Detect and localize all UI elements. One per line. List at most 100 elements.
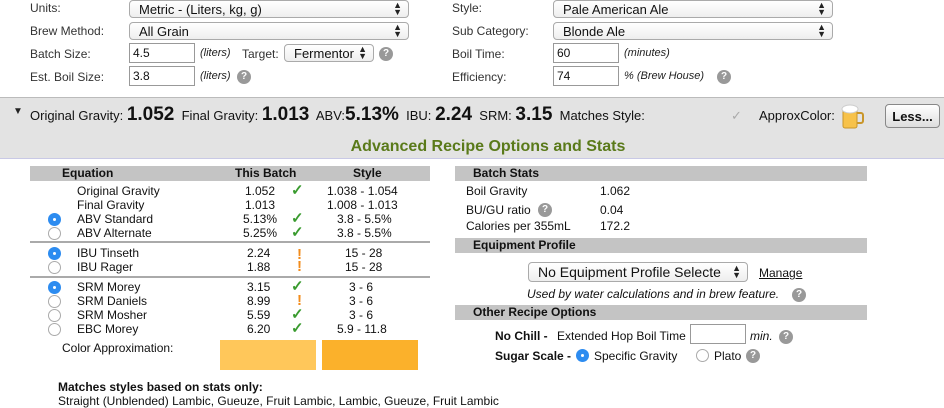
collapse-triangle-icon[interactable]: ▼ xyxy=(13,106,23,117)
beer-mug-icon xyxy=(841,104,864,129)
row-style: 15 - 28 xyxy=(345,260,383,274)
srm-value: 3.15 xyxy=(515,104,553,125)
srm-label: SRM: xyxy=(479,108,512,123)
row-name: SRM Mosher xyxy=(77,308,148,322)
less-button[interactable]: Less... xyxy=(885,104,940,128)
specific-gravity-radio[interactable] xyxy=(576,349,589,362)
abv-label: ABV: xyxy=(315,108,346,123)
equipment-value: No Equipment Profile Selecte xyxy=(538,264,721,280)
specific-gravity-label: Specific Gravity xyxy=(594,349,678,363)
efficiency-label: Efficiency: xyxy=(452,70,507,84)
row-name: SRM Daniels xyxy=(77,294,148,308)
help-icon[interactable]: ? xyxy=(792,288,806,302)
help-icon[interactable]: ? xyxy=(237,70,251,84)
equipment-note: Used by water calculations and in brew f… xyxy=(527,287,780,301)
row-name: Final Gravity xyxy=(77,198,145,212)
ibu-tinseth-radio[interactable] xyxy=(48,247,61,260)
no-chill-label: No Chill - xyxy=(495,329,548,343)
row-batch: 5.13% xyxy=(243,212,278,226)
row-name: EBC Morey xyxy=(77,322,139,336)
summary-stats: Original Gravity: 1.052 Final Gravity: 1… xyxy=(30,104,645,126)
og-label: Original Gravity: xyxy=(30,108,124,123)
hop-boil-label: Extended Hop Boil Time xyxy=(557,329,686,343)
fg-label: Final Gravity: xyxy=(181,108,259,123)
row-style: 3 - 6 xyxy=(349,294,374,308)
matches-title: Matches styles based on stats only: xyxy=(58,380,263,394)
sugar-scale-label: Sugar Scale - xyxy=(495,349,572,363)
row-batch: 3.15 xyxy=(247,280,271,294)
help-icon[interactable]: ? xyxy=(746,349,760,363)
row-divider xyxy=(30,241,430,243)
target-select[interactable]: Fermentor ▲ ▼ xyxy=(284,44,374,62)
row-batch: 1.88 xyxy=(247,260,271,274)
row-batch: 5.59 xyxy=(247,308,271,322)
batch-size-unit: (liters) xyxy=(200,47,231,59)
units-label: Units: xyxy=(30,1,61,15)
matches-check-icon: ✓ xyxy=(731,108,742,123)
srm-daniels-radio[interactable] xyxy=(48,295,61,308)
units-select[interactable]: Metric - (Liters, kg, g) ▲ ▼ xyxy=(129,0,409,18)
help-icon[interactable]: ? xyxy=(717,70,731,84)
row-name: ABV Standard xyxy=(77,212,154,226)
header-equation: Equation xyxy=(62,166,114,180)
boil-time-label: Boil Time: xyxy=(452,47,505,61)
srm-mosher-radio[interactable] xyxy=(48,309,61,322)
hop-boil-input[interactable] xyxy=(690,324,746,344)
boil-time-unit: (minutes) xyxy=(624,47,670,59)
boil-gravity-label: Boil Gravity xyxy=(466,184,528,198)
row-name: IBU Rager xyxy=(77,260,134,274)
help-icon[interactable]: ? xyxy=(779,330,793,344)
matches-text: Straight (Unblended) Lambic, Gueuze, Fru… xyxy=(58,394,499,408)
brew-method-select[interactable]: All Grain ▲ ▼ xyxy=(129,22,409,40)
row-batch: 8.99 xyxy=(247,294,271,308)
check-icon: ✓ xyxy=(291,320,304,337)
matches-style-label: Matches Style: xyxy=(559,108,645,123)
ebc-morey-radio[interactable] xyxy=(48,323,61,336)
srm-morey-radio[interactable] xyxy=(48,281,61,294)
ibu-value: 2.24 xyxy=(435,104,473,125)
warning-icon: ! xyxy=(297,258,302,275)
boil-size-input[interactable] xyxy=(129,66,195,86)
row-style: 1.038 - 1.054 xyxy=(327,184,398,198)
row-style: 3 - 6 xyxy=(349,308,374,322)
abv-standard-radio[interactable] xyxy=(48,213,61,226)
ibu-label: IBU: xyxy=(406,108,432,123)
og-value: 1.052 xyxy=(126,104,175,125)
help-icon[interactable]: ? xyxy=(538,203,552,217)
plato-label: Plato xyxy=(714,349,742,363)
row-style: 3 - 6 xyxy=(349,280,374,294)
row-name: ABV Alternate xyxy=(77,226,152,240)
batch-color-swatch xyxy=(220,340,316,370)
row-batch: 6.20 xyxy=(247,322,271,336)
plato-radio[interactable] xyxy=(696,349,709,362)
row-batch: 5.25% xyxy=(243,226,278,240)
sub-category-label: Sub Category: xyxy=(452,24,529,38)
units-value: Metric - (Liters, kg, g) xyxy=(139,2,262,17)
select-arrows-icon: ▲ ▼ xyxy=(393,22,402,39)
efficiency-input[interactable] xyxy=(553,66,619,86)
style-color-swatch xyxy=(322,340,418,370)
batch-size-input[interactable] xyxy=(129,43,195,63)
style-select[interactable]: Pale American Ale ▲ ▼ xyxy=(553,0,833,18)
row-style: 3.8 - 5.5% xyxy=(337,212,392,226)
check-icon: ✓ xyxy=(291,182,304,199)
target-value: Fermentor xyxy=(294,46,354,61)
select-arrows-icon: ▲ ▼ xyxy=(732,263,741,280)
abv-value: 5.13% xyxy=(345,104,399,125)
help-icon[interactable]: ? xyxy=(379,47,393,61)
abv-alternate-radio[interactable] xyxy=(48,227,61,240)
equation-table-header: Equation This Batch Style xyxy=(30,166,430,181)
sub-category-select[interactable]: Blonde Ale ▲ ▼ xyxy=(553,22,833,40)
row-name: SRM Morey xyxy=(77,280,141,294)
advanced-title: Advanced Recipe Options and Stats xyxy=(350,138,626,155)
other-options-header: Other Recipe Options xyxy=(455,305,867,320)
brew-method-value: All Grain xyxy=(139,24,189,39)
divider xyxy=(0,158,944,159)
equipment-select[interactable]: No Equipment Profile Selecte ▲ ▼ xyxy=(528,262,748,282)
bugu-label: BU/GU ratio xyxy=(466,203,531,217)
batch-stats-header: Batch Stats xyxy=(455,166,867,181)
manage-link[interactable]: Manage xyxy=(759,266,802,280)
select-arrows-icon: ▲ ▼ xyxy=(393,0,402,17)
ibu-rager-radio[interactable] xyxy=(48,261,61,274)
boil-time-input[interactable] xyxy=(553,43,619,63)
